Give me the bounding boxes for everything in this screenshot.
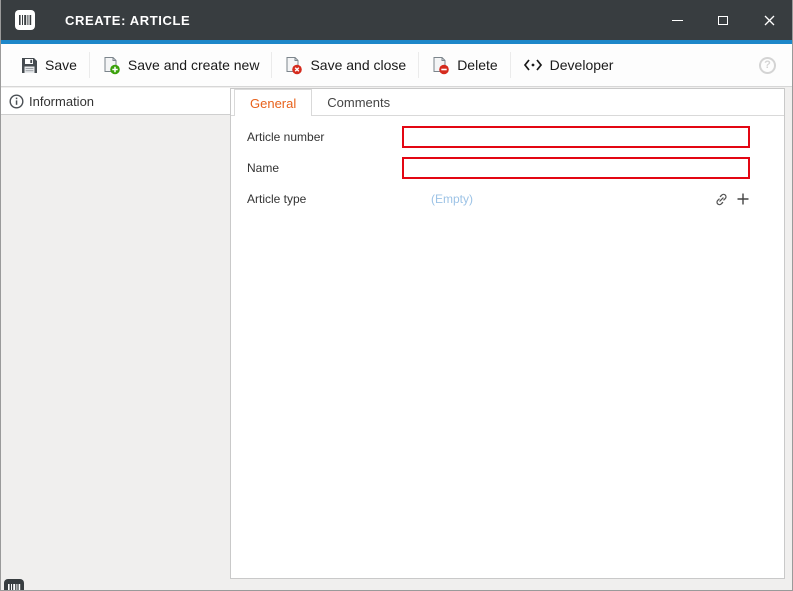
save-button-label: Save (45, 57, 77, 73)
delete-button[interactable]: Delete (421, 50, 507, 81)
form-row-name: Name (247, 157, 784, 179)
article-type-label: Article type (247, 192, 402, 206)
sidebar: Information (1, 88, 230, 590)
delete-icon (431, 56, 450, 75)
article-number-input[interactable] (402, 126, 750, 148)
tab-general[interactable]: General (234, 89, 312, 116)
article-number-label: Article number (247, 130, 402, 144)
toolbar-separator (89, 52, 90, 78)
minimize-button[interactable] (654, 0, 700, 40)
window-title: CREATE: ARTICLE (65, 13, 190, 28)
name-label: Name (247, 161, 402, 175)
maximize-icon (718, 16, 728, 25)
maximize-button[interactable] (700, 0, 746, 40)
save-button[interactable]: Save (11, 51, 87, 80)
save-icon (21, 57, 38, 74)
save-and-close-button[interactable]: Save and close (274, 50, 416, 81)
save-close-icon (284, 56, 303, 75)
article-type-value[interactable]: (Empty) (402, 192, 707, 206)
tab-comments[interactable]: Comments (312, 89, 405, 115)
save-create-new-icon (102, 56, 121, 75)
tab-strip: General Comments (231, 89, 784, 116)
tab-general-label: General (250, 96, 296, 111)
form: Article number Name Article type (Empty) (231, 116, 784, 210)
close-icon (764, 15, 775, 26)
sidebar-item-label: Information (29, 94, 94, 109)
barcode-app-icon (14, 9, 36, 31)
form-row-article-type: Article type (Empty) (247, 188, 784, 210)
background-app-icon (3, 578, 25, 590)
name-input[interactable] (402, 157, 750, 179)
toolbar: Save Save and create new (1, 44, 792, 87)
titlebar: CREATE: ARTICLE (1, 0, 792, 40)
sidebar-item-information[interactable]: Information (1, 88, 230, 115)
save-and-close-label: Save and close (310, 57, 406, 73)
toolbar-separator (510, 52, 511, 78)
minimize-icon (672, 20, 683, 21)
close-button[interactable] (746, 0, 792, 40)
link-icon[interactable] (714, 192, 729, 207)
main-panel: General Comments Article number Name Art… (230, 88, 785, 579)
form-row-article-number: Article number (247, 126, 784, 148)
info-icon (9, 94, 24, 109)
help-button[interactable]: ? (759, 57, 776, 74)
toolbar-separator (271, 52, 272, 78)
save-and-create-new-label: Save and create new (128, 57, 260, 73)
toolbar-separator (418, 52, 419, 78)
add-icon[interactable] (736, 192, 750, 206)
window-controls (654, 0, 792, 40)
developer-button[interactable]: Developer (513, 51, 624, 79)
article-type-field[interactable]: (Empty) (402, 192, 750, 207)
developer-label: Developer (550, 57, 614, 73)
delete-label: Delete (457, 57, 497, 73)
save-and-create-new-button[interactable]: Save and create new (92, 50, 270, 81)
app-window: CREATE: ARTICLE (0, 0, 793, 591)
developer-icon (523, 58, 543, 72)
tab-comments-label: Comments (327, 95, 390, 110)
